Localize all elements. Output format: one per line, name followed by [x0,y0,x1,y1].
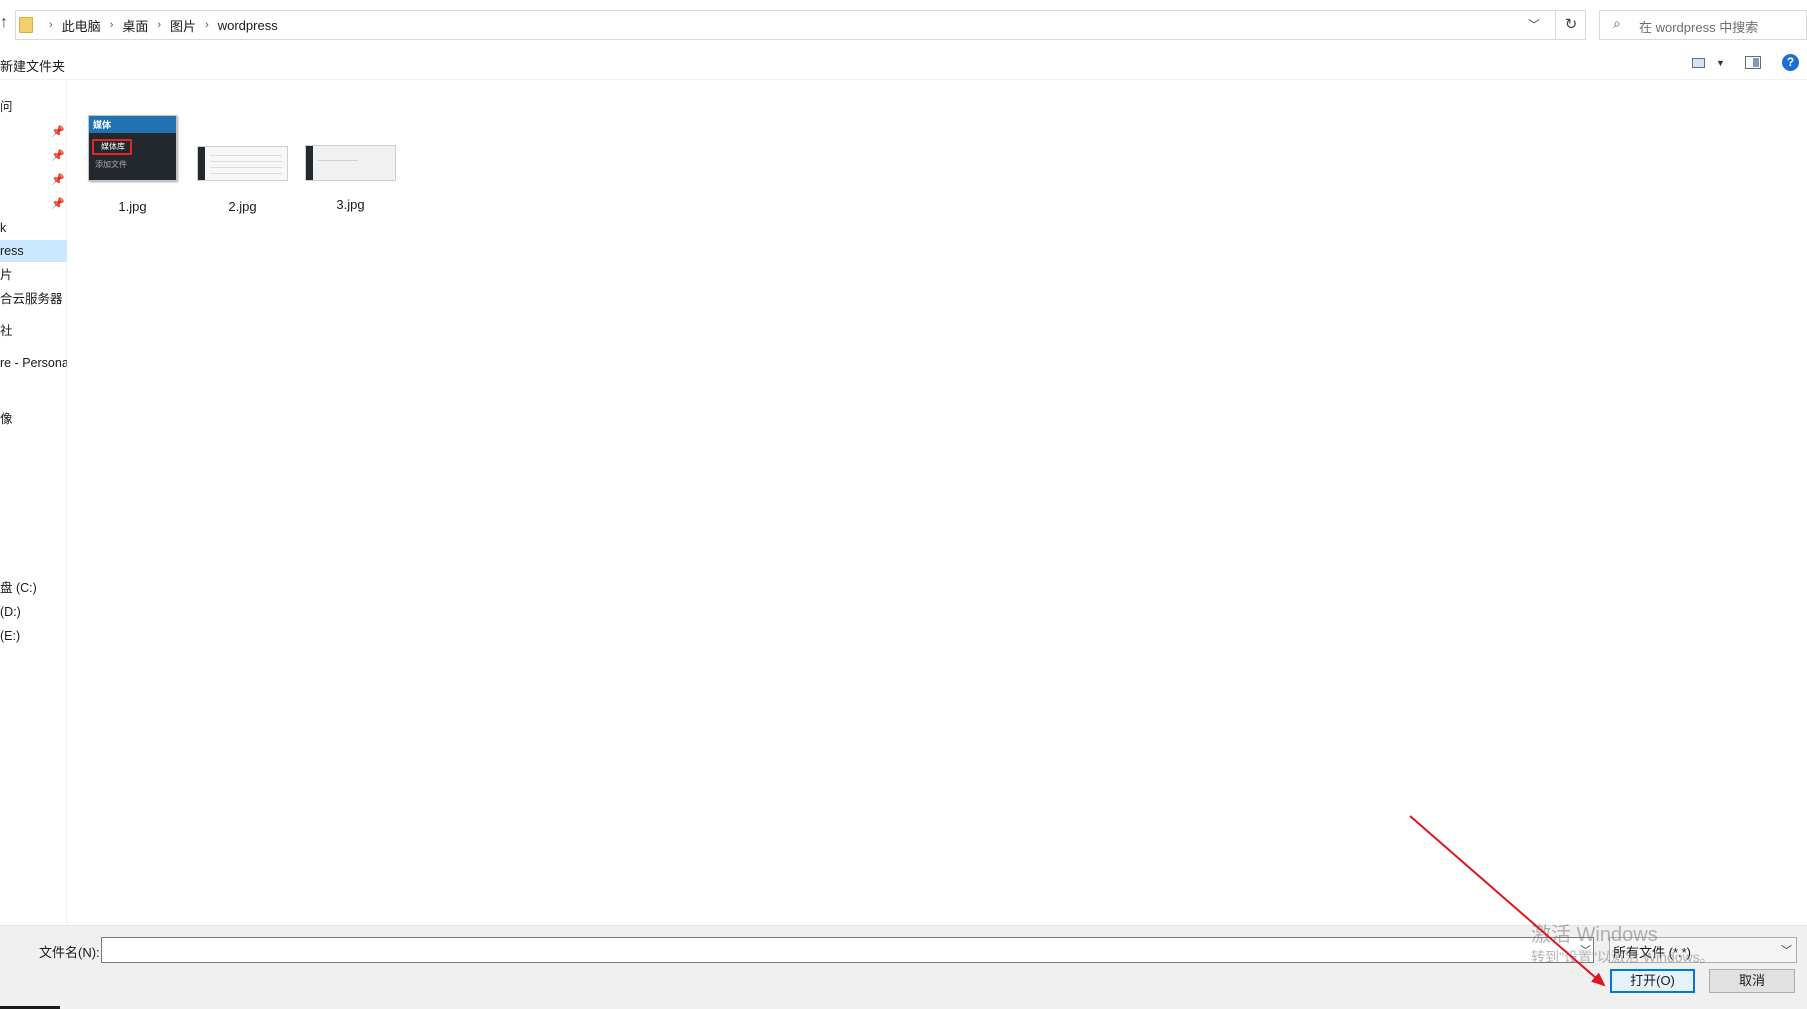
nav-item[interactable]: 社 [0,320,67,342]
filename-input[interactable] [101,937,1594,963]
file-name: 2.jpg [228,199,257,214]
up-arrow-icon[interactable]: ↑ [0,14,8,32]
filename-label: 文件名(N): [39,945,100,960]
thumb-line [210,155,282,156]
thumb-line [210,167,282,168]
change-view-icon[interactable] [1692,58,1705,68]
nav-item[interactable]: 问 [0,96,67,118]
breadcrumb-item-wordpress[interactable]: wordpress [218,18,278,33]
pin-icon[interactable]: 📌 [51,173,65,186]
breadcrumb-item-desktop[interactable]: 桌面 [122,16,148,35]
nav-item-drive-d[interactable]: (D:) [0,601,67,623]
nav-item[interactable]: k [0,217,67,239]
nav-item[interactable]: 合云服务器 [0,288,67,310]
address-history-chevron-icon[interactable]: ﹀ [1528,16,1540,33]
thumb-highlight: 媒体库 [92,139,132,155]
pin-icon[interactable]: 📌 [51,149,65,162]
thumb-sidebar [306,146,313,180]
breadcrumb-item-pictures[interactable]: 图片 [170,16,196,35]
activation-watermark-subtitle: 转到"设置"以激活 Windows。 [1531,949,1714,965]
folder-icon [19,17,33,33]
help-icon[interactable]: ? [1782,54,1799,71]
search-icon: ⌕ [1613,15,1621,31]
nav-item-drive-c[interactable]: 盘 (C:) [0,577,67,599]
new-folder-button[interactable]: 新建文件夹 [0,56,65,75]
file-name: 1.jpg [118,199,147,214]
search-placeholder: 在 wordpress 中搜索 [1639,20,1759,35]
breadcrumb-separator-icon[interactable]: › [49,19,53,31]
breadcrumb-separator-icon[interactable]: › [205,19,209,31]
nav-item[interactable]: re - Persona [0,352,67,374]
nav-item[interactable]: 片 [0,264,67,286]
view-options-chevron-icon[interactable]: ▼ [1716,58,1725,68]
thumb-header: 媒体 [89,116,176,133]
file-thumbnail-3[interactable]: 3.jpg [305,145,396,212]
cancel-button[interactable]: 取消 [1709,969,1795,993]
breadcrumb-item-pc[interactable]: 此电脑 [62,16,101,35]
breadcrumb-separator-icon[interactable]: › [110,19,114,31]
preview-pane-icon[interactable] [1745,56,1761,69]
file-thumbnail-1[interactable]: 媒体 媒体库 添加文件 1.jpg [88,115,177,214]
open-button[interactable]: 打开(O) [1610,969,1695,993]
pin-icon[interactable]: 📌 [51,197,65,210]
file-type-chevron-icon[interactable]: ﹀ [1781,942,1792,958]
file-thumbnail-2[interactable]: 2.jpg [197,146,288,214]
thumb-sub: 添加文件 [95,160,127,169]
nav-item[interactable]: 像 [0,408,67,430]
refresh-button[interactable]: ↻ [1555,10,1586,40]
activation-watermark-title: 激活 Windows [1531,924,1658,946]
thumb-line [318,160,358,161]
toolbar [0,50,1807,80]
pin-icon[interactable]: 📌 [51,125,65,138]
thumb-sidebar [198,147,205,180]
file-name: 3.jpg [336,197,365,212]
thumb-line [210,173,282,174]
nav-item-drive-e[interactable]: (E:) [0,625,67,647]
thumb-line [210,161,282,162]
nav-item-selected[interactable]: ress [0,240,67,262]
breadcrumb: › 此电脑 › 桌面 › 图片 › wordpress [40,16,278,34]
breadcrumb-separator-icon[interactable]: › [157,19,161,31]
